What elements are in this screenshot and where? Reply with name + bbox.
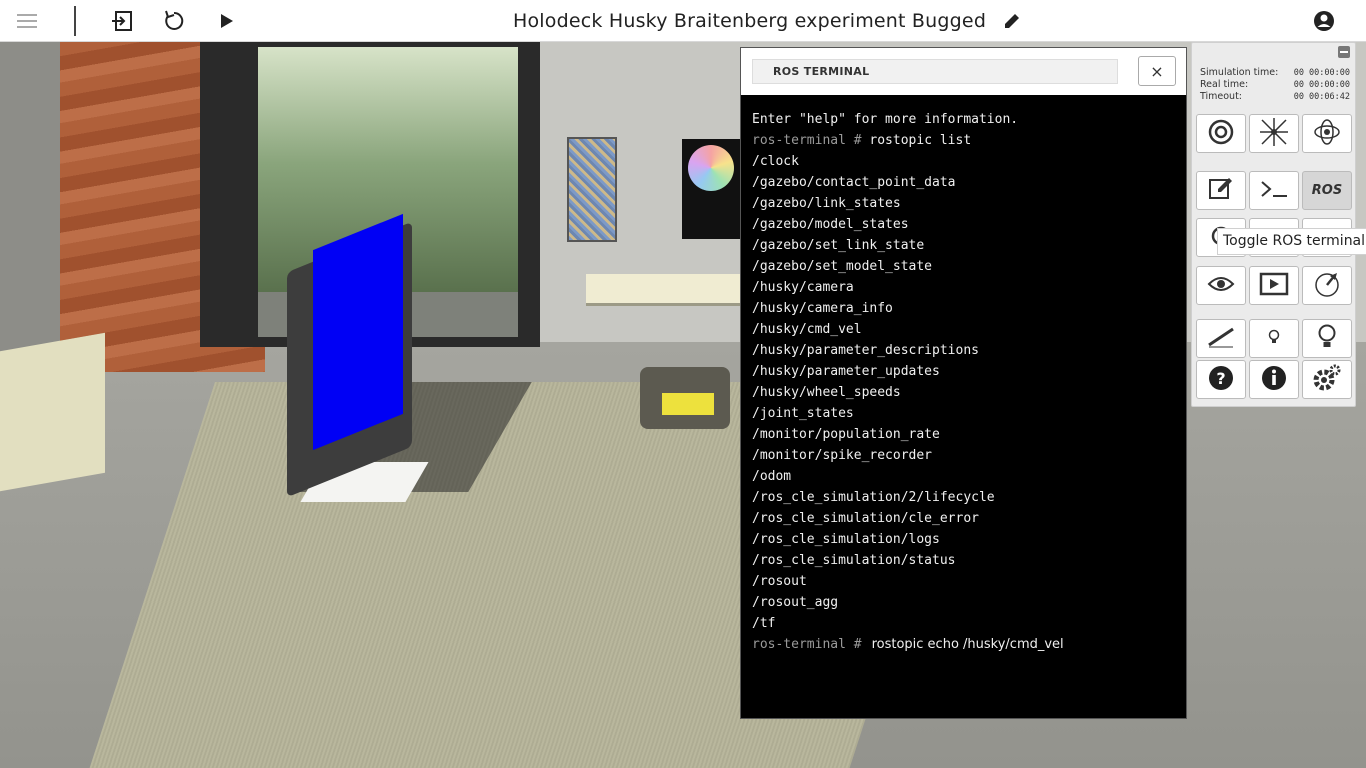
toolbar-separator xyxy=(74,6,76,36)
topic-line: /husky/parameter_descriptions xyxy=(752,343,979,358)
topic-line: /ros_cle_simulation/2/lifecycle xyxy=(752,490,995,505)
command-text: rostopic list xyxy=(869,133,972,148)
time-label: Timeout: xyxy=(1200,91,1243,102)
rotate-mode-button[interactable] xyxy=(1302,114,1352,153)
ros-label: ROS xyxy=(1311,183,1343,198)
topic-line: /husky/camera xyxy=(752,280,854,295)
topic-line: /ros_cle_simulation/logs xyxy=(752,532,940,547)
gears-icon xyxy=(1312,363,1342,397)
topic-line: /gazebo/set_link_state xyxy=(752,238,925,253)
exit-icon[interactable] xyxy=(107,6,137,36)
time-label: Simulation time: xyxy=(1200,67,1279,78)
command-line: ros-terminal # rostopic list xyxy=(752,130,1177,151)
ros-terminal-tooltip: Toggle ROS terminal xyxy=(1217,228,1366,255)
terminal-input[interactable] xyxy=(871,637,1172,652)
time-value: 00 00:00:00 xyxy=(1293,68,1350,78)
rotate-arrows-icon xyxy=(1312,117,1342,151)
help-button[interactable]: ? xyxy=(1196,360,1246,399)
topic-line: /tf xyxy=(752,616,776,631)
time-value: 00 00:06:42 xyxy=(1293,92,1350,102)
simulation-side-panel: Simulation time: 00 00:00:00 Real time: 00 … xyxy=(1191,42,1356,407)
time-row: Simulation time: 00 00:00:00 xyxy=(1200,67,1350,79)
ruler-icon xyxy=(1206,325,1236,353)
virtual-monitor-screen xyxy=(313,213,403,451)
minimize-icon[interactable] xyxy=(1338,46,1350,58)
ros-terminal-title[interactable]: ROS TERMINAL xyxy=(752,59,1118,84)
husky-robot xyxy=(640,367,730,429)
edit-icon xyxy=(1208,176,1234,206)
topic-line: /gazebo/link_states xyxy=(752,196,901,211)
time-label: Real time: xyxy=(1200,79,1249,90)
painting xyxy=(567,137,617,242)
topic-line: /husky/camera_info xyxy=(752,301,893,316)
account-icon[interactable] xyxy=(1309,6,1339,36)
edit-icon[interactable] xyxy=(1002,11,1022,31)
topic-list: /clock/gazebo/contact_point_data/gazebo/… xyxy=(752,151,1177,634)
topic-line: /odom xyxy=(752,469,792,484)
play-icon[interactable] xyxy=(212,6,242,36)
topic-line: /ros_cle_simulation/status xyxy=(752,553,956,568)
reset-icon[interactable] xyxy=(159,6,189,36)
gauge-icon xyxy=(1313,270,1341,302)
time-row: Real time: 00 00:00:00 xyxy=(1200,79,1350,91)
topic-line: /husky/parameter_updates xyxy=(752,364,940,379)
help-icon: ? xyxy=(1208,365,1234,395)
hbp-poster xyxy=(682,139,742,239)
topic-line: /rosout xyxy=(752,574,807,589)
small-bulb-icon xyxy=(1268,329,1280,349)
sofa xyxy=(0,332,105,492)
info-button[interactable] xyxy=(1249,360,1299,399)
time-value: 00 00:00:00 xyxy=(1293,80,1350,90)
editor-button[interactable] xyxy=(1196,171,1246,210)
time-readouts: Simulation time: 00 00:00:00 Real time: 00 … xyxy=(1200,67,1350,103)
menu-icon[interactable] xyxy=(13,6,43,36)
svg-text:?: ? xyxy=(1216,369,1225,388)
info-icon xyxy=(1261,365,1287,395)
terminal-prompt: ros-terminal # xyxy=(752,133,862,148)
topic-line: /husky/cmd_vel xyxy=(752,322,862,337)
navigation-mode-button[interactable] xyxy=(1196,114,1246,153)
terminal-prompt: ros-terminal # xyxy=(752,637,862,652)
experiment-title: Holodeck Husky Braitenberg experiment Bu… xyxy=(513,10,987,32)
topic-line: /clock xyxy=(752,154,799,169)
video-button[interactable] xyxy=(1249,266,1299,305)
ros-terminal-output[interactable]: Enter "help" for more information. ros-t… xyxy=(752,109,1177,709)
topic-line: /monitor/spike_recorder xyxy=(752,448,933,463)
close-button[interactable]: × xyxy=(1138,56,1176,86)
top-toolbar: Holodeck Husky Braitenberg experiment Bu… xyxy=(0,0,1366,42)
spline-tool-button[interactable] xyxy=(1196,319,1246,358)
help-line: Enter "help" for more information. xyxy=(752,112,1019,127)
ros-terminal-window: ROS TERMINAL × Enter "help" for more inf… xyxy=(740,47,1187,719)
settings-button[interactable] xyxy=(1302,360,1352,399)
topic-line: /gazebo/model_states xyxy=(752,217,909,232)
console-button[interactable] xyxy=(1249,171,1299,210)
terminal-prompt-icon xyxy=(1260,179,1288,203)
compass-icon xyxy=(1208,119,1234,149)
topic-line: /ros_cle_simulation/cle_error xyxy=(752,511,979,526)
ros-terminal-button[interactable]: ROS xyxy=(1302,171,1352,210)
topic-line: /monitor/population_rate xyxy=(752,427,940,442)
light-increase-button[interactable] xyxy=(1302,319,1352,358)
performance-button[interactable] xyxy=(1302,266,1352,305)
translate-mode-button[interactable] xyxy=(1249,114,1299,153)
experiment-title-area: Holodeck Husky Braitenberg experiment Bu… xyxy=(513,9,1022,33)
topic-line: /gazebo/contact_point_data xyxy=(752,175,956,190)
topic-line: /rosout_agg xyxy=(752,595,839,610)
time-row: Timeout: 00 00:06:42 xyxy=(1200,91,1350,103)
input-line: ros-terminal # xyxy=(752,634,1177,655)
bulb-icon xyxy=(1317,324,1337,354)
light-decrease-button[interactable] xyxy=(1249,319,1299,358)
video-play-icon xyxy=(1259,272,1289,300)
topic-line: /gazebo/set_model_state xyxy=(752,259,933,274)
visibility-button[interactable] xyxy=(1196,266,1246,305)
eye-icon xyxy=(1207,274,1235,298)
topic-line: /joint_states xyxy=(752,406,854,421)
topic-line: /husky/wheel_speeds xyxy=(752,385,901,400)
bench xyxy=(586,274,746,306)
ros-terminal-header: ROS TERMINAL × xyxy=(741,48,1186,95)
move-arrows-icon xyxy=(1258,116,1290,152)
